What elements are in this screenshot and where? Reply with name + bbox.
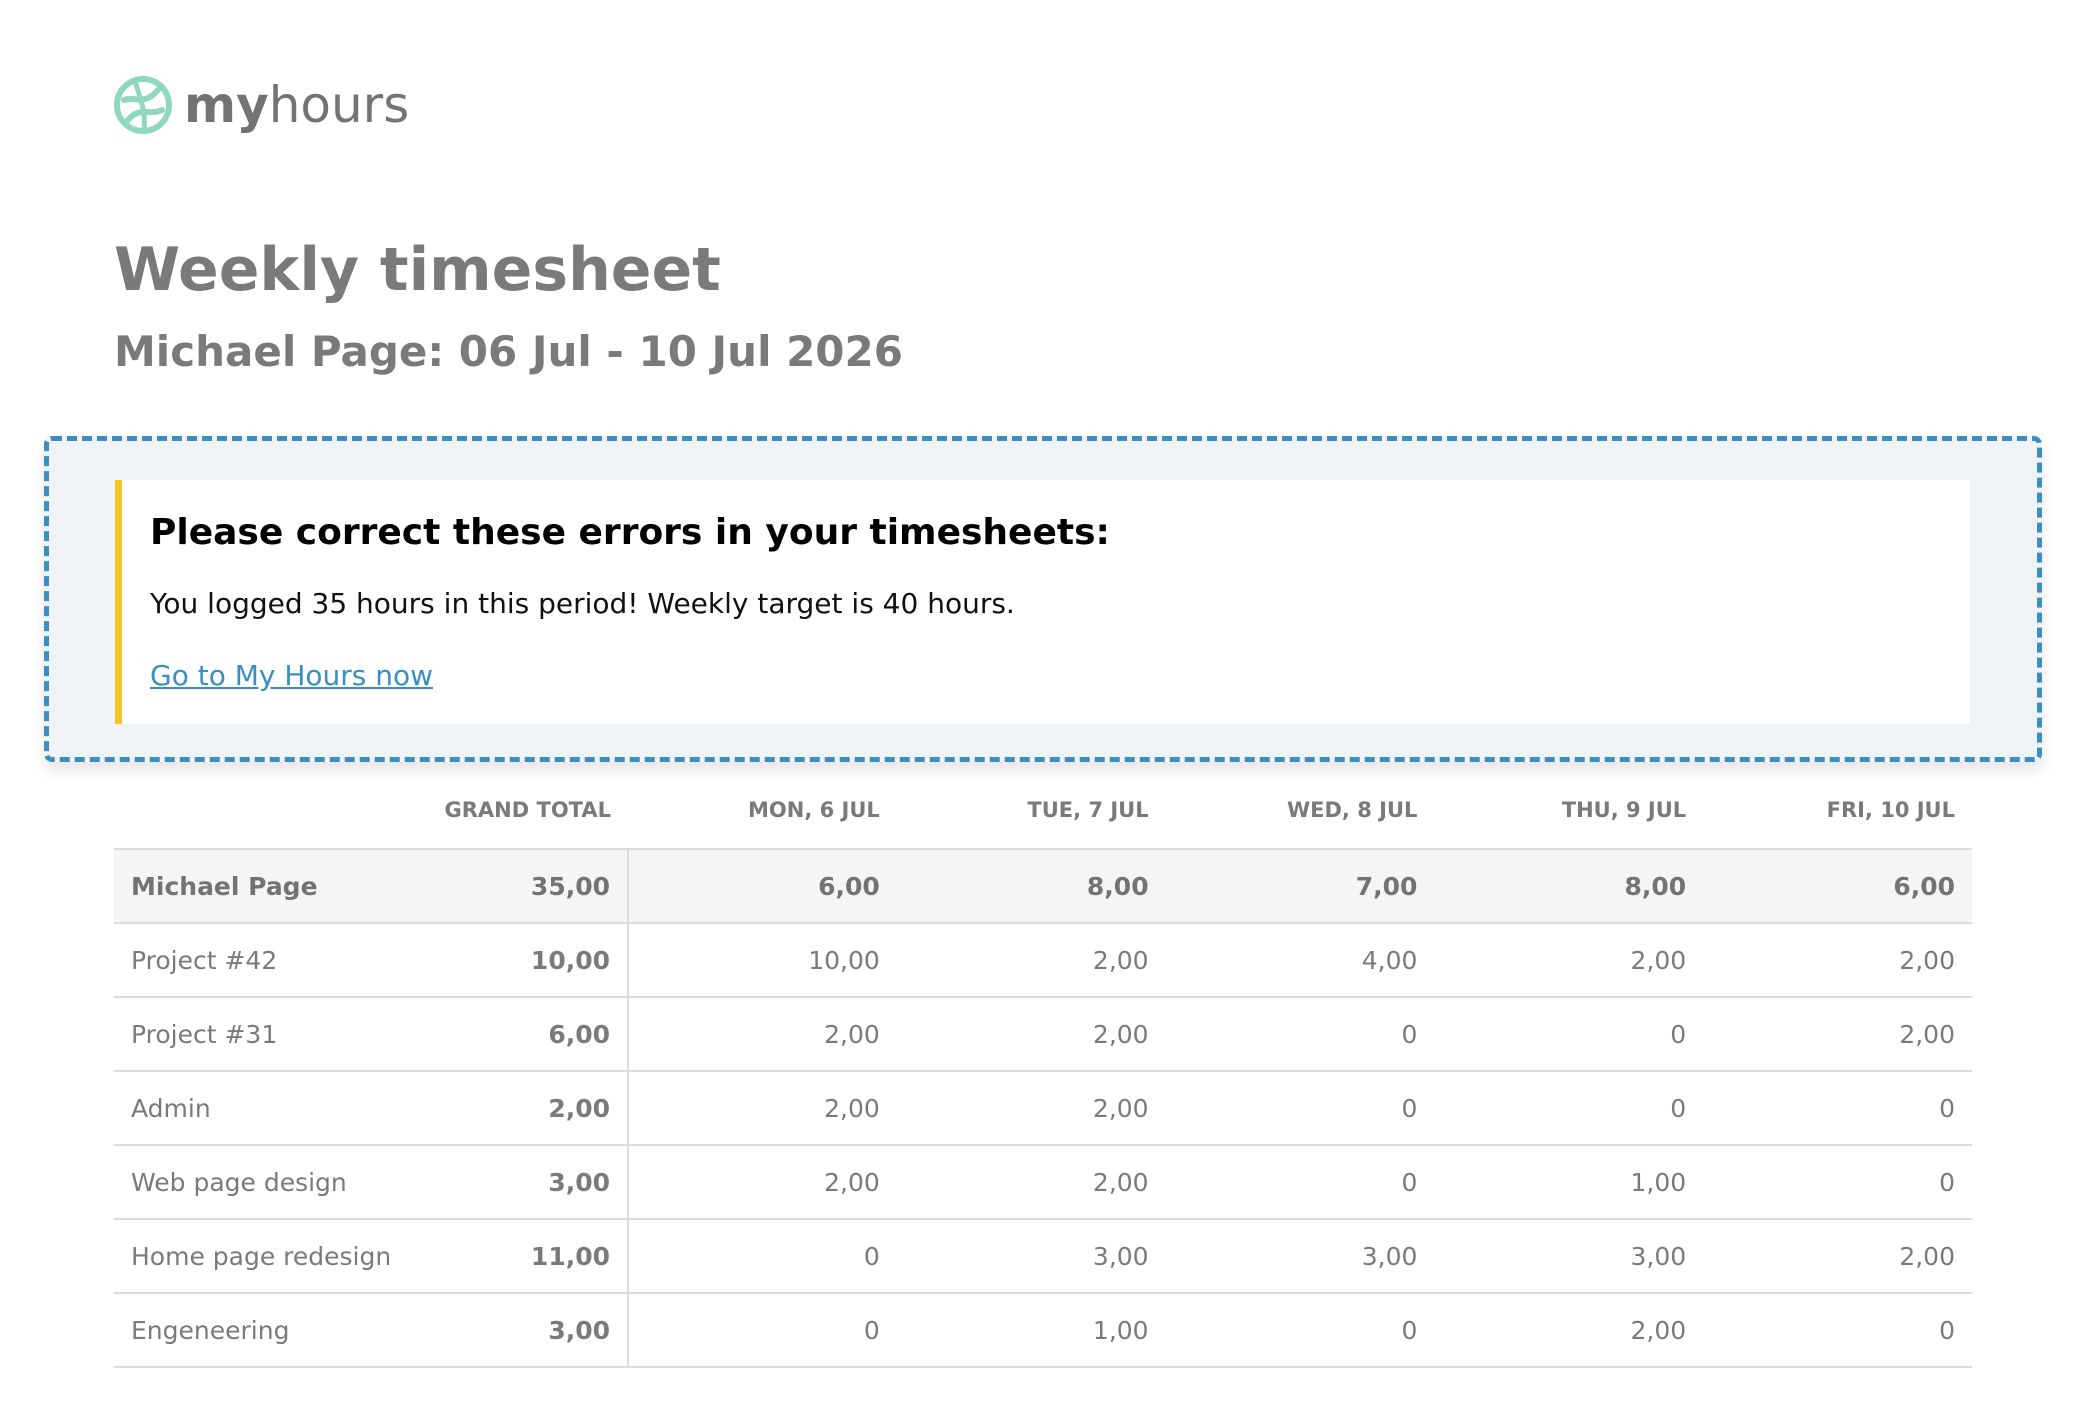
day-cell: 2,00 (896, 923, 1166, 998)
brand-logo: myhours (114, 76, 409, 134)
summary-day-cell: 6,00 (1703, 849, 1972, 924)
table-row: Web page design 3,00 2,00 2,00 0 1,00 0 (114, 1145, 1972, 1220)
summary-day-cell: 8,00 (896, 849, 1166, 924)
day-cell: 2,00 (1703, 1219, 1972, 1294)
brand-name-regular: hours (268, 76, 410, 134)
day-cell: 0 (1703, 1293, 1972, 1368)
myhours-logo-icon (114, 76, 172, 134)
day-cell: 0 (1165, 1071, 1435, 1146)
column-header-wed: WED, 8 JUL (1165, 772, 1435, 850)
day-cell: 2,00 (1703, 997, 1972, 1072)
day-cell: 2,00 (896, 1145, 1166, 1220)
day-cell: 0 (628, 1219, 897, 1294)
table-row: Project #31 6,00 2,00 2,00 0 0 2,00 (114, 997, 1972, 1072)
day-cell: 3,00 (1434, 1219, 1704, 1294)
day-cell: 2,00 (628, 1145, 897, 1220)
day-cell: 2,00 (628, 1071, 897, 1146)
column-header-fri: FRI, 10 JUL (1703, 772, 1972, 850)
day-cell: 3,00 (896, 1219, 1166, 1294)
summary-name: Michael Page (114, 849, 344, 924)
project-name: Home page redesign (114, 1219, 391, 1294)
summary-total: 35,00 (344, 849, 629, 924)
day-cell: 2,00 (628, 997, 897, 1072)
column-header-tue: TUE, 7 JUL (896, 772, 1166, 850)
day-cell: 0 (1165, 1145, 1435, 1220)
day-cell: 4,00 (1165, 923, 1435, 998)
day-cell: 1,00 (896, 1293, 1166, 1368)
project-total: 2,00 (344, 1071, 629, 1146)
table-row: Home page redesign 11,00 0 3,00 3,00 3,0… (114, 1219, 1972, 1294)
summary-day-cell: 6,00 (628, 849, 897, 924)
project-total: 10,00 (344, 923, 629, 998)
day-cell: 0 (628, 1293, 897, 1368)
page-subtitle: Michael Page: 06 Jul - 10 Jul 2026 (114, 327, 903, 376)
column-header-name (114, 772, 344, 850)
summary-day-cell: 8,00 (1434, 849, 1704, 924)
brand-name-bold: my (184, 76, 269, 134)
column-header-thu: THU, 9 JUL (1434, 772, 1704, 850)
column-header-mon: MON, 6 JUL (628, 772, 897, 850)
table-row: Engeneering 3,00 0 1,00 0 2,00 0 (114, 1293, 1972, 1368)
table-header-row: GRAND TOTAL MON, 6 JUL TUE, 7 JUL WED, 8… (114, 772, 1972, 850)
error-notice-heading: Please correct these errors in your time… (150, 512, 1110, 553)
day-cell: 2,00 (1703, 923, 1972, 998)
timesheet-table: GRAND TOTAL MON, 6 JUL TUE, 7 JUL WED, 8… (114, 772, 1972, 1368)
project-name: Web page design (114, 1145, 347, 1220)
column-header-grand-total: GRAND TOTAL (344, 772, 628, 850)
day-cell: 0 (1165, 1293, 1435, 1368)
error-notice-card: Please correct these errors in your time… (115, 480, 1970, 724)
day-cell: 10,00 (628, 923, 897, 998)
project-total: 6,00 (344, 997, 629, 1072)
day-cell: 2,00 (1434, 923, 1704, 998)
day-cell: 1,00 (1434, 1145, 1704, 1220)
project-name: Admin (114, 1071, 344, 1146)
day-cell: 3,00 (1165, 1219, 1435, 1294)
page-title: Weekly timesheet (114, 235, 721, 305)
error-notice-message: You logged 35 hours in this period! Week… (150, 587, 1015, 620)
day-cell: 0 (1434, 997, 1704, 1072)
project-total: 3,00 (344, 1293, 629, 1368)
summary-day-cell: 7,00 (1165, 849, 1435, 924)
summary-row: Michael Page 35,00 6,00 8,00 7,00 8,00 6… (114, 849, 1972, 924)
day-cell: 0 (1165, 997, 1435, 1072)
day-cell: 0 (1703, 1071, 1972, 1146)
project-name: Engeneering (114, 1293, 344, 1368)
day-cell: 0 (1434, 1071, 1704, 1146)
brand-name: myhours (184, 76, 409, 134)
project-name: Project #31 (114, 997, 344, 1072)
day-cell: 2,00 (896, 997, 1166, 1072)
project-name: Project #42 (114, 923, 344, 998)
error-notice-frame: Please correct these errors in your time… (44, 436, 2042, 762)
go-to-myhours-link[interactable]: Go to My Hours now (150, 656, 433, 696)
day-cell: 2,00 (896, 1071, 1166, 1146)
day-cell: 2,00 (1434, 1293, 1704, 1368)
project-total: 3,00 (344, 1145, 629, 1220)
day-cell: 0 (1703, 1145, 1972, 1220)
table-row: Project #42 10,00 10,00 2,00 4,00 2,00 2… (114, 923, 1972, 998)
table-row: Admin 2,00 2,00 2,00 0 0 0 (114, 1071, 1972, 1146)
